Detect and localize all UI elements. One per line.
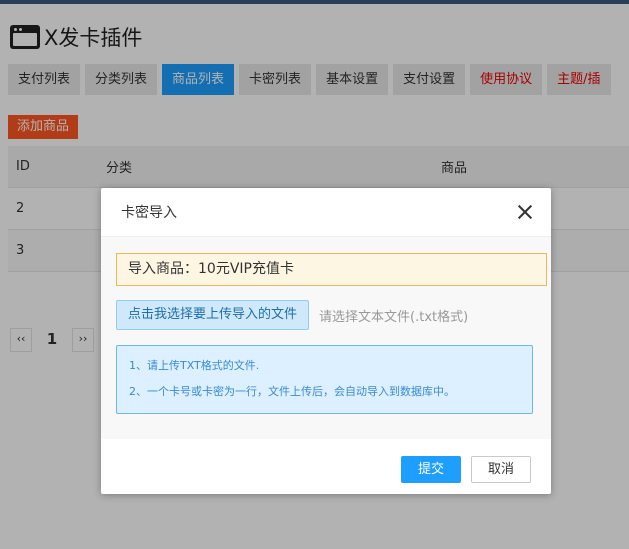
dialog-footer: 提交 取消	[101, 439, 551, 494]
import-product-label: 导入商品：10元VIP充值卡	[116, 253, 547, 286]
import-notice: 1、请上传TXT格式的文件. 2、一个卡号或卡密为一行，文件上传后，会自动导入到…	[116, 345, 533, 414]
upload-file-button[interactable]: 点击我选择要上传导入的文件	[116, 300, 310, 330]
dialog-body: 导入商品：10元VIP充值卡 点击我选择要上传导入的文件 请选择文本文件(.tx…	[101, 237, 551, 439]
upload-row: 点击我选择要上传导入的文件 请选择文本文件(.txt格式)	[116, 300, 468, 330]
notice-line: 2、一个卡号或卡密为一行，文件上传后，会自动导入到数据库中。	[129, 385, 455, 398]
close-icon[interactable]	[515, 202, 535, 222]
card-import-dialog: 卡密导入 导入商品：10元VIP充值卡 点击我选择要上传导入的文件 请选择文本文…	[101, 188, 551, 494]
dialog-title: 卡密导入	[121, 205, 177, 221]
cancel-button[interactable]: 取消	[471, 456, 531, 483]
upload-hint: 请选择文本文件(.txt格式)	[319, 309, 469, 325]
notice-line: 1、请上传TXT格式的文件.	[129, 359, 260, 372]
dialog-header: 卡密导入	[101, 188, 551, 237]
submit-button[interactable]: 提交	[401, 456, 461, 483]
